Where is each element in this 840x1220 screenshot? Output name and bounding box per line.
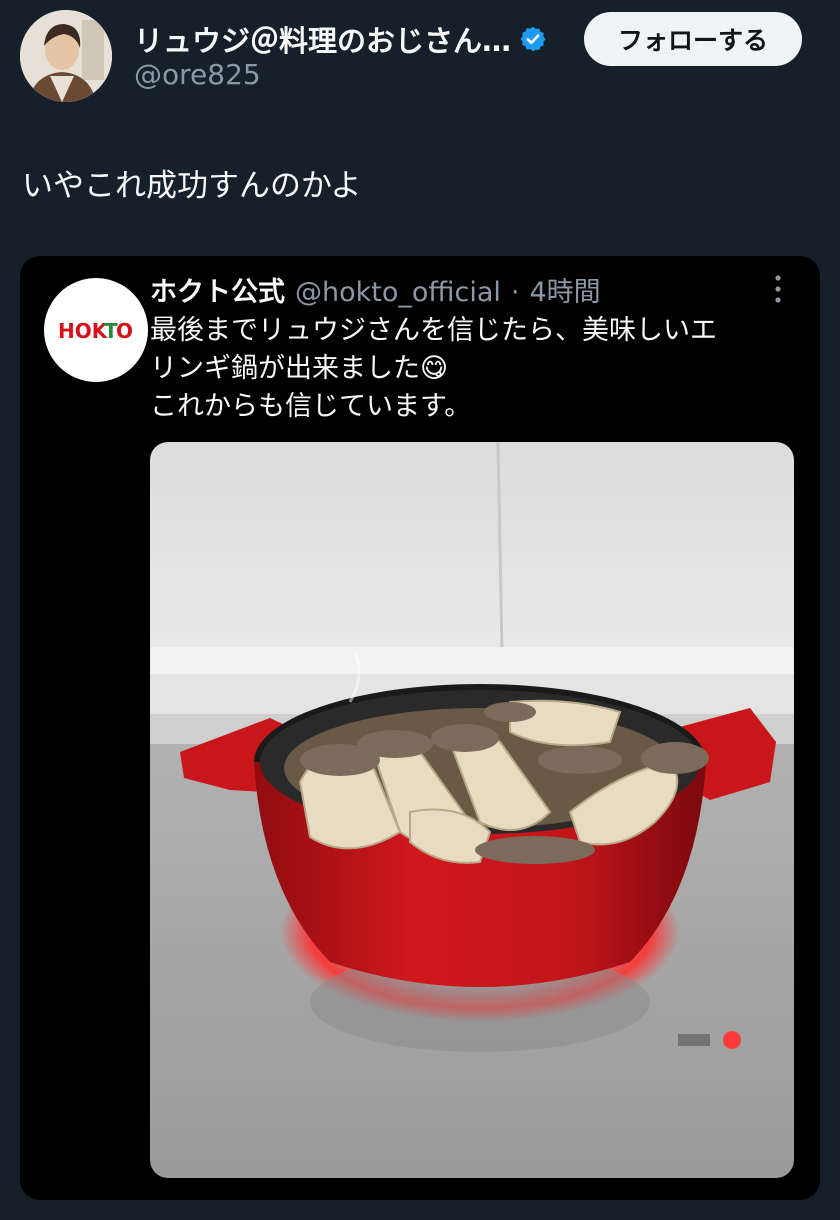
tweet-text: いやこれ成功すんのかよ <box>22 168 362 204</box>
quoted-text: 最後までリュウジさんを信じたら、美味しいエ リンギ鍋が出来ました😋 これからも信… <box>150 312 717 426</box>
quoted-author-avatar[interactable]: HOK T O <box>44 278 148 382</box>
verified-badge-icon <box>520 26 546 52</box>
author-display-name[interactable]: リュウジ＠料理のおじさん… <box>134 18 511 60</box>
quoted-separator: · <box>510 277 520 308</box>
quoted-time[interactable]: 4時間 <box>529 270 600 309</box>
quoted-text-line: 最後までリュウジさんを信じたら、美味しいエ <box>150 315 717 346</box>
quoted-photo[interactable] <box>150 442 794 1178</box>
eringi-pot-photo <box>150 442 794 1178</box>
quoted-display-name[interactable]: ホクト公式 <box>150 270 285 309</box>
tweet-header: リュウジ＠料理のおじさん… @ore825 フォローする <box>0 0 840 110</box>
svg-text:O: O <box>116 319 133 343</box>
follow-button[interactable]: フォローする <box>584 12 802 66</box>
quoted-tweet[interactable]: HOK T O ホクト公式 @hokto_official · 4時間 最後まで… <box>20 256 820 1200</box>
author-name-row: リュウジ＠料理のおじさん… <box>134 18 547 60</box>
author-handle[interactable]: @ore825 <box>134 58 261 91</box>
quoted-text-line: リンギ鍋が出来ました😋 <box>150 353 449 384</box>
avatar-image <box>20 10 112 102</box>
quoted-header: ホクト公式 @hokto_official · 4時間 <box>150 270 601 309</box>
svg-text:HOK: HOK <box>58 319 109 343</box>
quoted-handle[interactable]: @hokto_official <box>295 277 501 308</box>
more-options-icon[interactable] <box>768 272 788 306</box>
author-avatar[interactable] <box>20 10 112 102</box>
quoted-text-line: これからも信じています。 <box>150 391 472 422</box>
hokto-logo: HOK T O <box>58 319 133 343</box>
